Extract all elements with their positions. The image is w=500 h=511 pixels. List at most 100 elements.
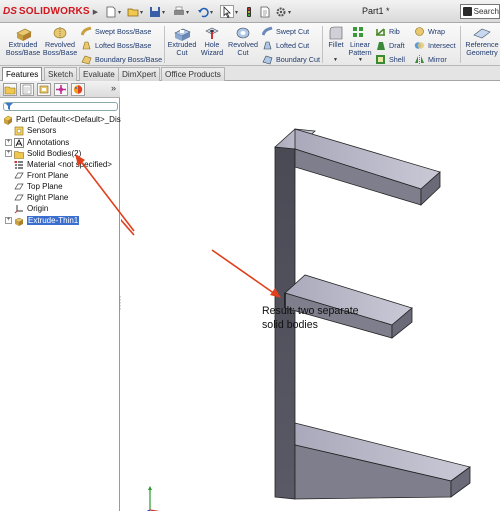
print-icon[interactable]: [172, 5, 186, 18]
extruded-boss-button[interactable]: Extruded Boss/Base: [6, 25, 40, 57]
new-dropdown-icon[interactable]: ▾: [118, 9, 123, 16]
extrude-feature-icon: [14, 217, 24, 226]
brand-name: SOLIDWORKS: [18, 6, 90, 17]
tree-item-right-plane[interactable]: Right Plane: [14, 192, 68, 203]
revolved-boss-button[interactable]: Revolved Boss/Base: [43, 25, 77, 57]
revolved-cut-button[interactable]: Revolved Cut: [226, 25, 260, 57]
open-dropdown-icon[interactable]: ▾: [140, 9, 145, 16]
tree-item-origin[interactable]: Origin: [14, 203, 48, 214]
lofted-boss-icon: [82, 41, 91, 49]
propertymanager-tab-icon[interactable]: [20, 83, 34, 96]
filter-icon: [5, 103, 13, 110]
file-properties-icon[interactable]: [258, 5, 272, 18]
extruded-boss-icon: [16, 28, 32, 41]
swept-cut-button[interactable]: Swept Cut: [262, 25, 309, 37]
expand-toggle-icon[interactable]: +: [5, 217, 12, 224]
feature-manager-panel: » Part1 (Default<<Default>_Disp Sensors …: [0, 81, 125, 511]
sensors-icon: [14, 126, 24, 135]
extruded-cut-button[interactable]: Extruded Cut: [166, 25, 198, 57]
ds-logo-text: DS: [3, 6, 17, 17]
swept-boss-icon: [81, 26, 92, 36]
shell-icon: [376, 54, 385, 64]
annotation-line-2: solid bodies: [262, 319, 318, 331]
title-bar: DS SOLIDWORKS ▶ ▾ ▾ ▾ ▾ ▾ ▾ ▾ Part1 * Se…: [0, 0, 500, 23]
swept-cut-icon: [262, 26, 273, 36]
save-dropdown-icon[interactable]: ▾: [162, 9, 167, 16]
dimxpertmanager-tab-icon[interactable]: [54, 83, 68, 96]
tree-item-solid-bodies[interactable]: + Solid Bodies(2): [5, 148, 81, 159]
annotation-line-1: Result: two separate: [262, 305, 359, 317]
intersect-icon: [414, 41, 425, 49]
swept-boss-button[interactable]: Swept Boss/Base: [81, 25, 151, 37]
mirror-icon: [415, 54, 424, 64]
solidworks-logo[interactable]: DS SOLIDWORKS ▶: [3, 5, 98, 18]
select-icon[interactable]: [220, 5, 234, 18]
tab-evaluate[interactable]: Evaluate: [79, 67, 119, 81]
expand-toggle-icon[interactable]: +: [5, 139, 12, 146]
boundary-boss-button[interactable]: Boundary Boss/Base: [81, 53, 162, 65]
configurationmanager-tab-icon[interactable]: [37, 83, 51, 96]
open-icon[interactable]: [126, 5, 140, 18]
annotation-callout: Result: two separate solid bodies: [262, 304, 359, 332]
tree-item-extrude-thin1[interactable]: + Extrude-Thin1: [5, 215, 80, 226]
menu-arrow-icon: ▶: [92, 8, 99, 16]
options-dropdown-icon[interactable]: ▾: [288, 9, 293, 16]
material-icon: [14, 160, 23, 169]
fillet-button[interactable]: Fillet: [325, 25, 347, 49]
plane-icon: [14, 194, 24, 200]
e-shaped-model[interactable]: [121, 81, 500, 511]
search-field[interactable]: Search: [460, 4, 500, 19]
tab-features[interactable]: Features: [2, 67, 43, 82]
hole-wizard-icon: [205, 27, 219, 39]
draft-button[interactable]: Draft: [375, 39, 405, 51]
lofted-boss-button[interactable]: Lofted Boss/Base: [81, 39, 151, 51]
tab-office-products[interactable]: Office Products: [161, 67, 225, 81]
displaymanager-tab-icon[interactable]: [71, 83, 85, 96]
revolved-cut-icon: [236, 27, 250, 39]
undo-dropdown-icon[interactable]: ▾: [210, 9, 215, 16]
tree-item-sensors[interactable]: Sensors: [14, 125, 56, 136]
extruded-cut-icon: [174, 28, 191, 41]
graphics-viewport[interactable]: Result: two separate solid bodies: [121, 81, 500, 511]
tree-filter-field[interactable]: [3, 102, 118, 111]
intersect-button[interactable]: Intersect: [414, 39, 456, 51]
hole-wizard-button[interactable]: Hole Wizard: [199, 25, 225, 57]
annotations-icon: [14, 137, 24, 148]
tree-item-top-plane[interactable]: Top Plane: [14, 181, 63, 192]
fillet-icon: [329, 26, 343, 40]
fillet-dropdown-icon[interactable]: ▼: [333, 57, 338, 63]
tree-root-part1[interactable]: Part1 (Default<<Default>_Disp: [3, 114, 125, 125]
new-icon[interactable]: [104, 5, 118, 18]
feature-manager-tabs: »: [0, 81, 120, 98]
featuremanager-tab-icon[interactable]: [3, 83, 17, 96]
mirror-button[interactable]: Mirror: [414, 53, 447, 65]
search-icon: [463, 7, 472, 16]
annotation-arrows: [121, 218, 281, 298]
lofted-cut-button[interactable]: Lofted Cut: [262, 39, 309, 51]
rib-button[interactable]: Rib: [375, 25, 400, 37]
reference-geometry-button[interactable]: Reference Geometry: [464, 25, 500, 57]
print-dropdown-icon[interactable]: ▾: [186, 9, 191, 16]
tree-item-material[interactable]: Material <not specified>: [14, 159, 112, 170]
expand-toggle-icon[interactable]: +: [5, 150, 12, 157]
boundary-cut-button[interactable]: Boundary Cut: [262, 53, 320, 65]
rebuild-icon[interactable]: [242, 5, 256, 18]
part-icon: [3, 115, 13, 125]
shell-button[interactable]: Shell: [375, 53, 405, 65]
linear-pattern-dropdown-icon[interactable]: ▼: [358, 57, 363, 63]
tab-sketch[interactable]: Sketch: [44, 67, 78, 81]
select-dropdown-icon[interactable]: ▾: [235, 9, 240, 16]
tree-item-annotations[interactable]: + Annotations: [5, 137, 69, 148]
command-manager-tabs: Features Sketch Evaluate DimXpert Office…: [0, 66, 500, 82]
origin-icon: [14, 204, 23, 213]
save-icon[interactable]: [148, 5, 162, 18]
undo-icon[interactable]: [196, 5, 210, 18]
options-icon[interactable]: [274, 5, 288, 18]
linear-pattern-button[interactable]: Linear Pattern: [347, 25, 373, 57]
tab-dimxpert[interactable]: DimXpert: [118, 67, 161, 81]
ribbon-separator: [460, 26, 461, 63]
boundary-cut-icon: [262, 55, 273, 64]
wrap-button[interactable]: Wrap: [414, 25, 445, 37]
more-tabs-icon[interactable]: »: [111, 83, 116, 93]
tree-item-front-plane[interactable]: Front Plane: [14, 170, 68, 181]
